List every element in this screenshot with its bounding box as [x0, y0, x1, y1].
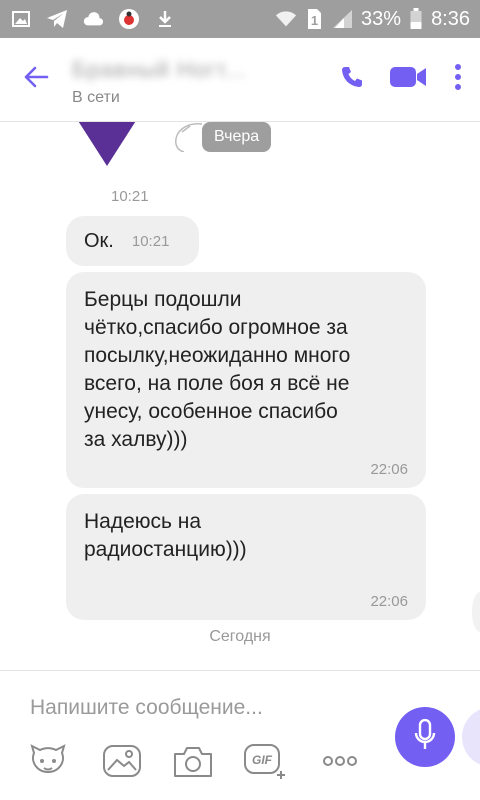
date-badge: Вчера — [202, 122, 272, 152]
gallery-button[interactable] — [100, 743, 144, 783]
sticker-button[interactable] — [26, 743, 70, 783]
contact-info[interactable]: Бравный Ногт... В сети — [72, 53, 324, 107]
more-options-button[interactable] — [436, 38, 480, 122]
back-button[interactable] — [0, 38, 72, 122]
message-time: 22:06 — [370, 593, 408, 610]
back-arrow-icon — [23, 66, 49, 93]
system-icons: 1 33% 8:36 — [275, 8, 470, 31]
sim-icon: 1 — [305, 8, 323, 30]
call-button[interactable] — [324, 38, 380, 122]
phone-icon — [340, 65, 364, 94]
contact-status: В сети — [72, 88, 120, 106]
more-vertical-icon — [454, 64, 462, 95]
camera-icon — [172, 744, 214, 783]
chat-header: Бравный Ногт... В сети — [0, 38, 480, 122]
gif-button[interactable]: GIF — [244, 743, 288, 783]
message-time: 10:21 — [111, 188, 149, 205]
message-time: 10:21 — [131, 232, 170, 250]
date-separator: Сегодня — [209, 628, 271, 645]
microphone-icon — [414, 718, 436, 756]
more-horizontal-icon — [322, 754, 358, 772]
message-time: 22:06 — [370, 461, 408, 478]
notification-icons — [10, 8, 176, 30]
message-bubble[interactable]: Надеюсь на радиостанцию))) 22:06 — [66, 494, 426, 620]
download-icon — [154, 8, 176, 30]
viber-chat-screen: 1 33% 8:36 Бравный Ногт... В сети Вчера … — [0, 0, 480, 800]
heart-sticker[interactable] — [66, 122, 148, 173]
scroll-edge — [472, 592, 480, 632]
message-composer: GIF — [0, 670, 480, 800]
message-input[interactable] — [30, 693, 360, 723]
status-bar: 1 33% 8:36 — [0, 0, 480, 38]
video-camera-icon — [389, 65, 427, 94]
message-bubble[interactable]: Берцы подошли чётко,спасибо огромное за … — [66, 272, 426, 488]
more-button[interactable] — [318, 743, 362, 783]
signal-icon — [331, 8, 353, 30]
battery-icon — [409, 8, 423, 30]
cloud-icon — [82, 8, 104, 30]
message-list[interactable]: Вчера 10:21 Ок. 10:21 Берцы подошли чётк… — [0, 122, 480, 670]
video-call-button[interactable] — [380, 38, 436, 122]
message-text: Берцы подошли чётко,спасибо огромное за … — [84, 288, 351, 451]
telegram-icon — [46, 8, 68, 30]
clock: 8:36 — [431, 7, 470, 30]
message-text: Ок. — [84, 229, 114, 252]
svg-text:GIF: GIF — [252, 753, 273, 767]
contact-name: Бравный Ногт... — [72, 56, 247, 82]
ladybug-app-icon — [118, 8, 140, 30]
send-button-shadow — [462, 707, 480, 767]
battery-percent: 33% — [361, 7, 402, 30]
gallery-icon — [10, 8, 32, 30]
voice-message-button[interactable] — [395, 707, 455, 767]
message-text: Надеюсь на радиостанцию))) — [84, 510, 247, 561]
wifi-icon — [275, 8, 297, 30]
sticker-icon — [28, 743, 68, 784]
message-bubble[interactable]: Ок. 10:21 — [66, 216, 199, 266]
svg-text:1: 1 — [311, 13, 318, 28]
gif-icon: GIF — [243, 743, 289, 784]
camera-button[interactable] — [171, 743, 215, 783]
gallery-icon — [102, 744, 142, 783]
